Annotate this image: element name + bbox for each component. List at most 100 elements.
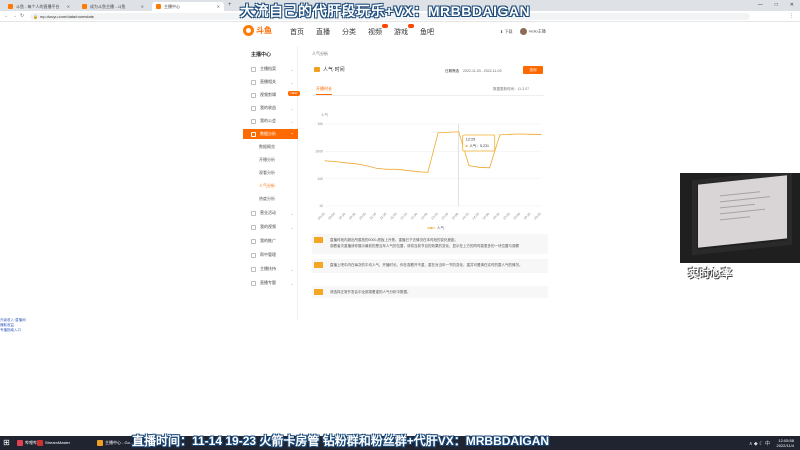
taskbar-clock[interactable]: 12:05:58 2022/11/4 [777,438,795,448]
stream-overlay-top: 大流自己的代肝段玩乐+VX：MRBBDAIGAN [240,3,531,19]
taskbar-app-2[interactable]: StreamMaster [36,438,70,448]
windows-start-icon[interactable]: ⊞ [3,439,11,447]
back-arrow-icon[interactable]: ← [4,13,9,19]
new-badge: NEW [288,91,300,96]
nav-live[interactable]: 直播 [316,27,330,37]
nav-fishbar[interactable]: 鱼吧 [420,27,434,37]
sidebar-item-guild[interactable]: 我的公会 ⌄ [243,116,298,126]
nav-games[interactable]: 游戏 [394,24,414,37]
income-icon [251,105,256,111]
system-tray[interactable]: ∧ ◆ ☾ 中 [749,440,770,447]
note-number-badge [314,289,323,295]
header-user-area: ⬇ 下载 Hello主播 [500,28,546,35]
chart-tooltip: 12:29 人气：5,231 [462,134,496,152]
nav-home[interactable]: 首页 [290,27,304,37]
stream-overlay-bottom: 直播时间：11-14 19-23 火箭卡房管 钻粉群和粉丝群+代肝VX：MRBB… [132,434,550,448]
video-icon [251,92,256,98]
y-tick-label: 10 [319,204,323,208]
sidebar-sub-broadcast[interactable]: 开播分析 [259,157,275,163]
data-point [417,171,419,173]
x-tick-label: 10:50 [358,212,367,221]
sidebar-item-topics[interactable]: 直播专题 ⌄ [243,278,298,288]
nav-category[interactable]: 分类 [342,27,356,37]
promotion-icon [251,238,256,244]
x-tick-label: 11:50 [389,212,398,221]
sidebar-item-profile[interactable]: 主播档案 ⌄ [243,64,298,74]
sidebar-item-events[interactable]: 营业活动 ⌄ [243,208,298,218]
taskbar-app-3[interactable]: 主播中心 - Go... [96,438,133,448]
data-point [396,168,398,170]
sidebar-title: 主播中心 [251,52,272,58]
user-menu[interactable]: Hello主播 [520,28,546,35]
x-tick-label: 10:10 [338,212,347,221]
note-number-badge [314,262,323,268]
tab-favicon-icon [82,4,87,9]
sidebar: 主播中心 主播档案 ⌄ 直播相关 ⌄ 视频剪辑 NEW 我的收益 ⌄ 我的公会 ⌄ 数据… [243,46,300,320]
tab-favicon-icon [156,4,161,9]
browser-tab-2[interactable]: 成为斗鱼主播 - 斗鱼 ✕ [78,2,148,11]
sidebar-item-live[interactable]: 直播相关 ⌄ [243,77,298,87]
download-link[interactable]: ⬇ 下载 [500,29,512,35]
main-nav: 首页 直播 分类 视频 游戏 鱼吧 [290,24,434,37]
x-tick-label: 12:30 [410,212,419,221]
x-tick-label: 15:30 [502,212,511,221]
data-point [540,134,542,136]
chart-x-ticks: 09:30 09:50 10:10 10:30 10:50 11:10 11:30 11:50… [317,212,542,221]
close-window-button[interactable]: ✕ [790,2,794,8]
x-tick-label: 15:50 [512,212,521,221]
x-tick-label: 09:30 [317,212,326,221]
tab-title: 斗鱼 - 每个人的直播平台 [16,3,60,9]
browser-tab-1[interactable]: 斗鱼 - 每个人的直播平台 ✕ [4,2,74,11]
y-tick-label: 1000 [315,150,323,154]
sidebar-item-data-analysis[interactable]: 数据分析 ⌃ [243,129,298,139]
nav-video[interactable]: 视频 [368,24,388,37]
douyu-logo[interactable]: 斗鱼 [243,25,272,36]
minimize-button[interactable]: — [758,2,763,8]
sidebar-sub-overview[interactable]: 数据概览 [259,144,275,150]
topics-icon [251,280,256,286]
tab-close-icon[interactable]: ✕ [67,4,70,9]
x-tick-label: 10:30 [348,212,357,221]
sidebar-item-management[interactable]: 帮中管理 [243,250,298,260]
chevron-down-icon: ⌄ [290,105,294,111]
tab-title: 成为斗鱼主播 - 斗鱼 [90,3,126,9]
reload-icon[interactable]: ↻ [20,13,24,19]
x-tick-label: 13:30 [440,212,449,221]
note-2: 直播上吧中内在每次的平均人气、开播时长。你在观看开不重，重在对当年一节的变化，重… [312,259,548,273]
note-3: 请选择正常开发会中全部观看重的人气分析中数据。 [312,286,548,298]
tab-favicon-icon [8,4,13,9]
nav-badge [408,24,414,28]
sidebar-sub-popularity[interactable]: 人气分析 [259,183,275,189]
data-point [447,131,449,133]
x-tick-label: 15:10 [492,212,501,221]
new-tab-button[interactable]: + [228,2,232,8]
sidebar-item-promotion[interactable]: 我的推广 [243,236,298,246]
browser-tab-3[interactable]: 主播中心 ✕ [152,2,224,11]
window-controls: — □ ✕ [758,2,794,8]
chart-legend: 人气 [427,225,445,230]
chevron-down-icon: ⌄ [290,66,294,72]
guild-icon [251,118,256,124]
x-tick-label: 16:30 [533,212,542,221]
maximize-button[interactable]: □ [775,2,778,8]
left-link-3[interactable]: 专播指南入口 [0,328,26,333]
data-point [519,133,521,135]
download-icon: ⬇ [500,28,504,34]
legend-label: 人气 [437,225,445,230]
logo-text: 斗鱼 [256,26,272,35]
chevron-up-icon: ⌃ [290,131,294,137]
data-point [365,165,367,167]
chart-series-line [324,131,542,173]
tab-close-icon[interactable]: ✕ [141,4,144,9]
tab-close-icon[interactable]: ✕ [217,4,220,9]
sidebar-sub-viewing[interactable]: 观看分析 [259,170,275,176]
browser-menu-icon[interactable]: ⋮ [789,13,794,19]
video-icon [251,224,256,230]
sidebar-item-my-video[interactable]: 我的视频 ⌄ [243,222,298,232]
sidebar-sub-heat[interactable]: 热度分析 [259,196,275,202]
sidebar-item-income[interactable]: 我的收益 ⌄ [243,103,298,113]
forward-arrow-icon[interactable]: → [12,13,17,19]
sidebar-item-support[interactable]: 主播扶持 ⌄ [243,264,298,274]
data-point [355,163,357,165]
webcam-feed [680,173,800,263]
